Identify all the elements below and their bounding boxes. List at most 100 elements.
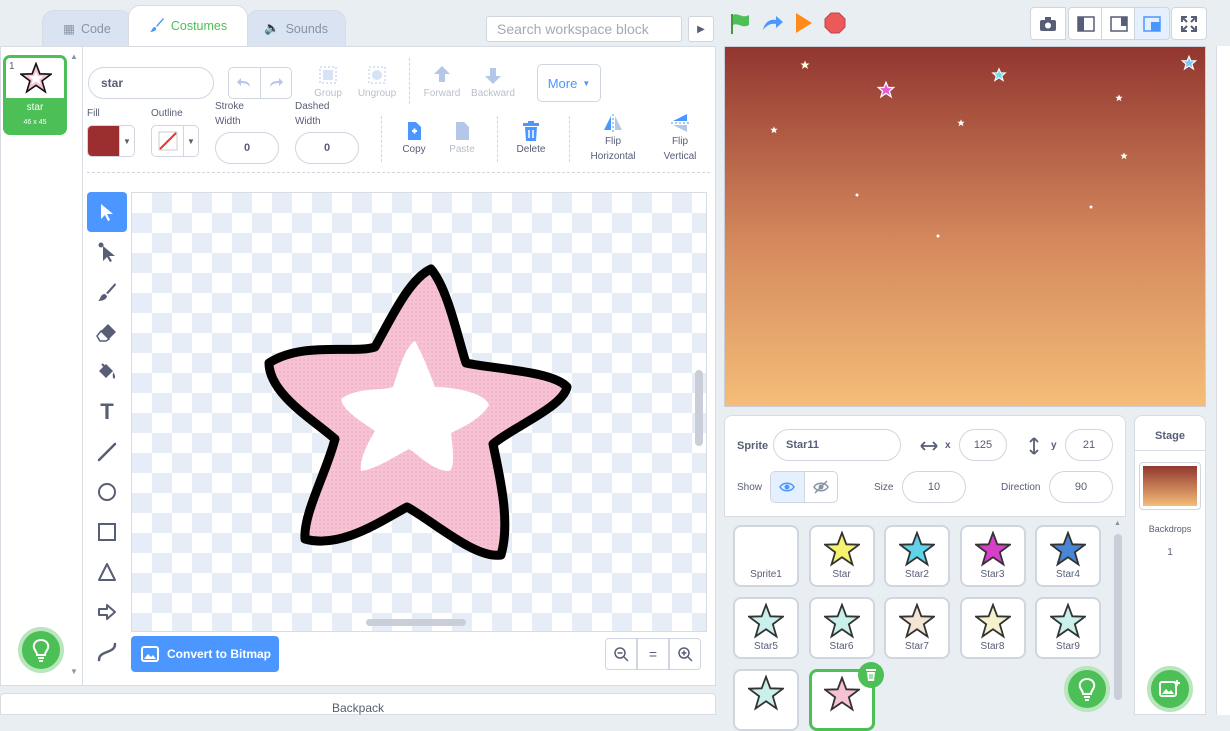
- choose-backdrop-button[interactable]: [1147, 666, 1193, 712]
- direction-label: Direction: [1001, 482, 1041, 493]
- eye-icon: [779, 482, 796, 492]
- normal-stage-button[interactable]: [1101, 7, 1137, 40]
- lightbulb-icon: [32, 638, 50, 662]
- stop-icon[interactable]: [824, 12, 846, 37]
- undo-button[interactable]: [229, 68, 261, 98]
- copy-button[interactable]: Copy: [396, 120, 432, 157]
- delete-button[interactable]: Delete: [511, 120, 551, 157]
- sprite-tile[interactable]: Star3: [959, 525, 1026, 587]
- stage[interactable]: [724, 46, 1206, 407]
- direction-input[interactable]: 90: [1049, 471, 1113, 503]
- outline-label: Outline: [151, 108, 183, 119]
- tab-code[interactable]: ▦ Code: [42, 10, 132, 46]
- play-icon[interactable]: [794, 12, 814, 37]
- paint-canvas[interactable]: [131, 192, 707, 632]
- choose-costume-button[interactable]: [18, 627, 64, 673]
- zoom-reset-button[interactable]: =: [637, 638, 669, 670]
- rectangle-icon: [98, 523, 116, 541]
- size-input[interactable]: 10: [902, 471, 966, 503]
- lightbulb-icon: [1078, 677, 1096, 701]
- stroke-width-input[interactable]: 0: [215, 132, 279, 164]
- flip-horizontal-button[interactable]: Flip Horizontal: [585, 112, 641, 164]
- search-input[interactable]: Search workspace block: [486, 16, 682, 42]
- fullscreen-button[interactable]: [1171, 7, 1207, 40]
- search-arrow-button[interactable]: ▶: [688, 16, 714, 42]
- line-tool[interactable]: [87, 432, 127, 472]
- page-scrollbar[interactable]: [1216, 46, 1230, 715]
- sprite-tile[interactable]: Star6: [808, 597, 875, 659]
- eraser-tool[interactable]: [87, 312, 127, 352]
- y-input[interactable]: 21: [1065, 429, 1113, 461]
- scroll-down-arrow[interactable]: ▼: [70, 667, 78, 676]
- sprite-list-scrollbar[interactable]: [1114, 534, 1122, 700]
- sprite-tile[interactable]: Star5: [733, 597, 799, 659]
- green-flag-icon[interactable]: [728, 12, 752, 39]
- zoom-out-button[interactable]: [605, 638, 637, 670]
- ungroup-button[interactable]: Ungroup: [356, 64, 398, 101]
- camera-button[interactable]: [1030, 7, 1066, 40]
- backdrops-count: 1: [1167, 547, 1173, 558]
- reshape-icon: [98, 242, 115, 262]
- sprite-tile[interactable]: Star2: [884, 525, 950, 587]
- outline-color-picker[interactable]: ▼: [151, 125, 199, 157]
- zoom-in-button[interactable]: [669, 638, 701, 670]
- sprite-tile[interactable]: Star10: [733, 669, 799, 731]
- sprite-tile-label: Sprite1: [750, 569, 782, 580]
- triangle-tool[interactable]: [87, 552, 127, 592]
- select-tool[interactable]: [87, 192, 127, 232]
- show-button[interactable]: [771, 472, 805, 502]
- large-stage-button[interactable]: [1134, 7, 1170, 40]
- costume-name-input[interactable]: star: [88, 67, 214, 99]
- star-thumbnail-icon: [823, 603, 860, 639]
- forward-button[interactable]: Forward: [420, 64, 464, 101]
- line-icon: [97, 442, 117, 462]
- sprite-name-input[interactable]: Star11: [773, 429, 901, 461]
- sprite-tile[interactable]: Star: [808, 525, 875, 587]
- choose-sprite-button[interactable]: [1064, 666, 1110, 712]
- fill-tool[interactable]: [87, 352, 127, 392]
- curve-tool[interactable]: [87, 632, 127, 672]
- sprite-tile-label: Star: [832, 569, 851, 580]
- flip-vertical-button[interactable]: Flip Vertical: [656, 112, 704, 164]
- more-button[interactable]: More ▼: [537, 64, 601, 102]
- fill-label: Fill: [87, 108, 100, 119]
- arrow-tool[interactable]: [87, 592, 127, 632]
- trash-icon: [866, 669, 876, 681]
- visibility-toggle: [770, 471, 838, 503]
- costume-size: 46 x 45: [23, 119, 47, 126]
- small-stage-button[interactable]: [1068, 7, 1104, 40]
- scroll-up-arrow[interactable]: ▲: [1114, 520, 1121, 527]
- speaker-icon: 🔈: [264, 21, 280, 35]
- backpack[interactable]: Backpack: [0, 693, 716, 715]
- circle-tool[interactable]: [87, 472, 127, 512]
- reshape-tool[interactable]: [87, 232, 127, 272]
- vertical-scrollbar[interactable]: [695, 370, 703, 446]
- sprite-tile[interactable]: Star8: [959, 597, 1026, 659]
- scroll-up-arrow[interactable]: ▲: [70, 52, 78, 61]
- x-input[interactable]: 125: [959, 429, 1007, 461]
- costume-item[interactable]: 1 star 46 x 45: [3, 55, 67, 135]
- group-button[interactable]: Group: [310, 64, 346, 101]
- horizontal-scrollbar[interactable]: [366, 619, 466, 626]
- backward-button[interactable]: Backward: [468, 64, 518, 101]
- dashed-width-input[interactable]: 0: [295, 132, 359, 164]
- rectangle-tool[interactable]: [87, 512, 127, 552]
- text-tool[interactable]: T: [87, 392, 127, 432]
- redo-button[interactable]: [261, 68, 292, 98]
- convert-to-bitmap-button[interactable]: Convert to Bitmap: [131, 636, 279, 672]
- sprite-tile[interactable]: Star4: [1035, 525, 1101, 587]
- sprite-tile[interactable]: Star7: [884, 597, 950, 659]
- tab-sounds[interactable]: 🔈 Sounds: [246, 10, 346, 46]
- fill-color-picker[interactable]: ▼: [87, 125, 135, 157]
- paste-button[interactable]: Paste: [444, 120, 480, 157]
- tab-costumes[interactable]: Costumes: [128, 5, 248, 46]
- delete-sprite-button[interactable]: [858, 662, 884, 688]
- trash-icon: [523, 121, 539, 141]
- stage-thumbnail[interactable]: [1139, 462, 1201, 510]
- brush-tool[interactable]: [87, 272, 127, 312]
- hide-button[interactable]: [805, 472, 838, 502]
- sprite-tile[interactable]: Star9: [1035, 597, 1101, 659]
- zoom-out-icon: [614, 647, 629, 662]
- sprite-tile[interactable]: Sprite1: [733, 525, 799, 587]
- turbo-icon[interactable]: [760, 12, 784, 39]
